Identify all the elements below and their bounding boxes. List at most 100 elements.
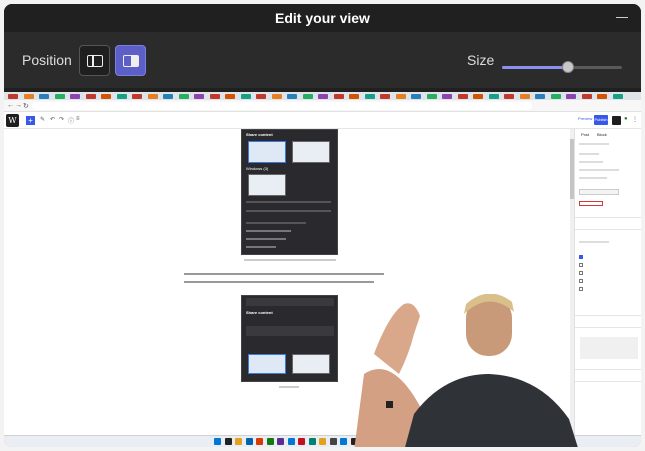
plugin-icon[interactable]: ●: [624, 116, 628, 122]
featured-image-placeholder[interactable]: [580, 337, 638, 359]
sidebar-section-divider: [575, 315, 641, 316]
image-caption-2: [279, 386, 299, 388]
browser-tab[interactable]: [302, 94, 313, 99]
wordpress-logo-icon[interactable]: W: [6, 114, 19, 127]
browser-tab[interactable]: [612, 94, 623, 99]
presenter-shirt: [405, 374, 578, 447]
taskbar-app-icon[interactable]: [266, 438, 274, 445]
browser-tab-strip: [4, 92, 641, 100]
screen-thumbnail: [248, 354, 286, 374]
browser-tab[interactable]: [101, 94, 111, 99]
browser-tab[interactable]: [364, 94, 375, 99]
category-checkbox[interactable]: [579, 263, 583, 267]
browser-tab[interactable]: [85, 94, 96, 99]
category-checkbox[interactable]: [579, 271, 583, 275]
small-badge-icon: [386, 401, 393, 408]
back-icon[interactable]: ←: [7, 102, 14, 109]
move-to-trash-button[interactable]: [579, 201, 603, 206]
sidebar-tab-block[interactable]: Block: [597, 132, 607, 137]
preview-button[interactable]: Preview: [578, 116, 592, 121]
browser-tab[interactable]: [318, 94, 328, 99]
share-content-header-1: Share content: [246, 132, 273, 137]
more-options-icon[interactable]: ⋮: [632, 116, 638, 123]
browser-tab[interactable]: [116, 94, 127, 99]
taskbar-app-icon[interactable]: [277, 438, 284, 445]
taskbar-app-icon[interactable]: [235, 438, 242, 445]
browser-tab[interactable]: [457, 94, 468, 99]
browser-tab[interactable]: [147, 94, 158, 99]
browser-tab[interactable]: [535, 94, 545, 99]
size-label: Size: [467, 52, 495, 68]
redo-icon[interactable]: ↷: [59, 116, 64, 123]
undo-icon[interactable]: ↶: [50, 116, 55, 123]
browser-tab[interactable]: [380, 94, 390, 99]
browser-tab[interactable]: [550, 94, 561, 99]
taskbar-app-icon[interactable]: [287, 438, 295, 445]
browser-tab[interactable]: [473, 94, 483, 99]
share-option-row: [246, 210, 331, 212]
forward-icon[interactable]: →: [15, 102, 22, 109]
browser-tab[interactable]: [488, 94, 499, 99]
taskbar-app-icon[interactable]: [245, 438, 253, 445]
details-icon[interactable]: ⓘ: [68, 116, 74, 125]
browser-tab[interactable]: [209, 94, 220, 99]
browser-tab[interactable]: [597, 94, 607, 99]
pencil-icon[interactable]: ✎: [40, 116, 45, 123]
position-left-button[interactable]: [79, 45, 110, 76]
sidebar-select[interactable]: [579, 189, 619, 195]
layout-left-icon: [87, 55, 103, 67]
sidebar-section-divider: [575, 217, 641, 218]
paragraph-line-2: [184, 281, 374, 283]
category-checkbox[interactable]: [579, 255, 583, 259]
browser-tab[interactable]: [23, 94, 34, 99]
browser-tab[interactable]: [581, 94, 592, 99]
browser-tab[interactable]: [442, 94, 452, 99]
taskbar-app-icon[interactable]: [224, 438, 232, 445]
category-checkbox[interactable]: [579, 287, 583, 291]
browser-tab[interactable]: [519, 94, 530, 99]
size-slider[interactable]: [502, 61, 622, 73]
browser-tab[interactable]: [194, 94, 204, 99]
settings-icon[interactable]: [612, 116, 621, 125]
browser-tab[interactable]: [178, 94, 189, 99]
browser-tab[interactable]: [271, 94, 282, 99]
browser-tab[interactable]: [256, 94, 266, 99]
sidebar-row: [579, 143, 609, 145]
browser-tab[interactable]: [395, 94, 406, 99]
browser-tab[interactable]: [8, 94, 18, 99]
publish-button[interactable]: Publish: [594, 115, 608, 125]
taskbar-app-icon[interactable]: [319, 438, 326, 445]
reload-icon[interactable]: ↻: [23, 102, 29, 110]
browser-tab[interactable]: [333, 94, 344, 99]
browser-tab[interactable]: [70, 94, 80, 99]
browser-tab[interactable]: [566, 94, 576, 99]
size-slider-thumb[interactable]: [562, 61, 574, 73]
windows-section-label: Windows (3): [246, 166, 269, 171]
title-bar: Edit your view: [4, 4, 641, 32]
dialog-title: Edit your view: [275, 10, 370, 26]
position-right-button[interactable]: [115, 45, 146, 76]
taskbar-app-icon[interactable]: [256, 438, 263, 445]
browser-tab[interactable]: [426, 94, 437, 99]
taskbar-app-icon[interactable]: [308, 438, 316, 445]
browser-tab[interactable]: [411, 94, 421, 99]
sidebar-section-divider: [575, 229, 641, 230]
taskbar-app-icon[interactable]: [298, 438, 305, 445]
sidebar-tab-post[interactable]: Post: [581, 132, 589, 137]
browser-tab[interactable]: [225, 94, 235, 99]
browser-tab[interactable]: [287, 94, 297, 99]
browser-tab[interactable]: [54, 94, 65, 99]
browser-tab[interactable]: [163, 94, 173, 99]
url-field[interactable]: [32, 102, 532, 110]
browser-tab[interactable]: [132, 94, 142, 99]
browser-tab[interactable]: [349, 94, 359, 99]
category-checkbox[interactable]: [579, 279, 583, 283]
browser-tab[interactable]: [504, 94, 514, 99]
browser-tab[interactable]: [240, 94, 251, 99]
taskbar-app-icon[interactable]: [214, 438, 221, 445]
share-content-header-2: Share content: [246, 310, 273, 315]
add-block-icon[interactable]: +: [26, 116, 35, 125]
minimize-icon[interactable]: [613, 8, 631, 26]
list-view-icon[interactable]: ≡: [76, 116, 80, 122]
browser-tab[interactable]: [39, 94, 49, 99]
